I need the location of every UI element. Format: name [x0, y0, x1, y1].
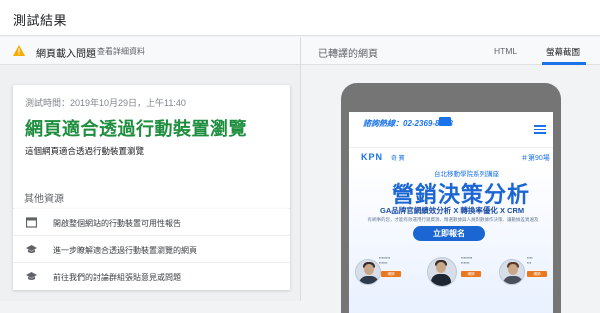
- contact-strip: 諮詢熱線：02-2369-8858: [349, 112, 553, 134]
- resource-item-report[interactable]: 開啟整個網站的行動裝置可用性報告: [13, 209, 290, 236]
- other-resources-title: 其他資源: [24, 194, 64, 205]
- resource-item-learn[interactable]: 進一步瞭解適合透過行動裝置瀏覽的網頁: [13, 236, 290, 263]
- issue-title: 網頁載入問題: [36, 49, 96, 60]
- resource-label: 前往我們的討論群組張貼意見或問題: [53, 273, 181, 282]
- resource-label: 開啟整個網站的行動裝置可用性報告: [53, 219, 181, 228]
- warning-icon: [13, 45, 25, 56]
- brand-sub: 奇 寶: [391, 156, 405, 162]
- speaker-tag: 講師: [461, 271, 481, 277]
- school-icon: [26, 245, 37, 253]
- speaker-tag: 講師: [381, 271, 401, 277]
- resources-list: 開啟整個網站的行動裝置可用性報告 進一步瞭解適合透過行動裝置瀏覽的網頁 前往我們…: [13, 209, 290, 290]
- event-note: 有網事的您，才能有效運用行銷資源、精選數據與人員對數據作決策、讓數據差異遍及: [367, 217, 539, 222]
- issue-bar[interactable]: 網頁載入問題 查看詳細資料: [0, 37, 300, 65]
- speaker-photo: [499, 259, 525, 285]
- result-headline: 網頁適合透過行動裝置瀏覽: [25, 119, 247, 139]
- speaker-tag: 講師: [527, 271, 547, 277]
- mail-icon: [439, 117, 451, 126]
- rendered-page-panel: 已轉譯的網頁 HTML 螢幕截圖 諮詢熱線：02-2369-8858 KPN 奇…: [300, 37, 600, 313]
- event-banner: 台北移動學院系列講座 營銷決策分析 GA品牌官網績效分析 X 轉換率優化 X C…: [349, 165, 553, 313]
- brand-row: KPN 奇 寶 ＃第90場: [349, 147, 553, 165]
- speaker-card-text: ▪▪▪▪ ▪▪▪: [527, 255, 533, 265]
- speaker-card-text: ▪▪▪▪▪▪▪▪ ▪▪▪▪▪▪: [461, 255, 473, 265]
- session-number: ＃第90場: [521, 155, 550, 162]
- selected-tab-indicator: [542, 62, 586, 65]
- report-icon: [26, 217, 37, 228]
- result-description: 這個網頁適合透過行動裝置瀏覽: [25, 146, 145, 156]
- results-panel: 網頁載入問題 查看詳細資料 測試時間：2019年10月29日，上午11:40 網…: [0, 37, 300, 301]
- tabs-bar: 已轉譯的網頁 HTML 螢幕截圖: [301, 37, 600, 65]
- speaker-photo: [427, 257, 457, 287]
- event-subtitle: GA品牌官網績效分析 X 轉換率優化 X CRM: [380, 206, 525, 215]
- hamburger-menu-icon: [534, 125, 546, 136]
- speaker-card-text: ▪▪▪▪▪▪▪▪ ▪▪▪▪▪▪: [379, 255, 391, 265]
- phone-frame: 諮詢熱線：02-2369-8858 KPN 奇 寶 ＃第90場 台北移動學院系列…: [341, 83, 561, 313]
- resource-label: 進一步瞭解適合透過行動裝置瀏覽的網頁: [53, 246, 197, 255]
- page-title: 測試結果: [13, 13, 68, 28]
- top-bar: 測試結果: [0, 0, 600, 36]
- tab-html[interactable]: HTML: [494, 46, 517, 56]
- view-details-link[interactable]: 查看詳細資料: [97, 46, 145, 57]
- brand-logo: KPN: [361, 152, 384, 162]
- school-icon: [26, 272, 37, 280]
- page-screenshot: 諮詢熱線：02-2369-8858 KPN 奇 寶 ＃第90場 台北移動學院系列…: [349, 112, 553, 313]
- resource-item-forum[interactable]: 前往我們的討論群組張貼意見或問題: [13, 263, 290, 290]
- signup-button: 立即報名: [413, 226, 485, 241]
- speaker-photo: [355, 259, 381, 285]
- test-time: 測試時間：2019年10月29日，上午11:40: [25, 98, 186, 108]
- tab-screenshot[interactable]: 螢幕截圖: [546, 46, 580, 58]
- rendered-page-label: 已轉譯的網頁: [318, 49, 378, 60]
